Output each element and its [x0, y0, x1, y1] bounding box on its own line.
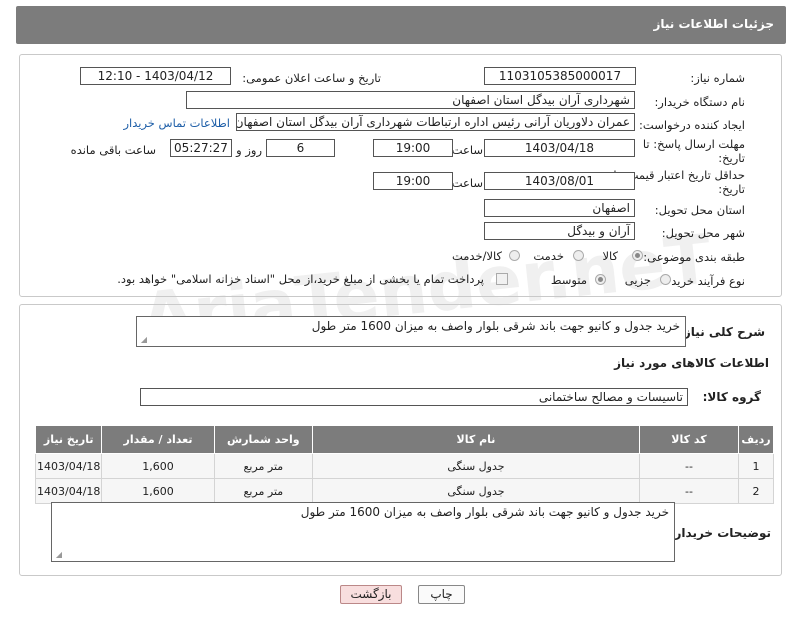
table-header-row: ردیف کد کالا نام کالا واحد شمارش تعداد /…	[34, 425, 774, 454]
cell-unit: متر مربع	[213, 453, 314, 479]
cell-row: 1	[738, 453, 774, 479]
process-medium-radio[interactable]	[595, 274, 606, 285]
reply-deadline-label: مهلت ارسال پاسخ: تا	[642, 137, 745, 151]
col-qty-header: تعداد / مقدار	[101, 425, 215, 454]
print-button[interactable]: چاپ	[418, 585, 465, 604]
general-description-label: شرح کلی نیاز:	[679, 325, 765, 339]
general-description-field[interactable]: خرید جدول و کانیو جهت باند شرقی بلوار وا…	[136, 316, 686, 347]
treasury-payment-checkbox[interactable]	[496, 273, 508, 285]
category-both-radio[interactable]	[509, 250, 520, 261]
resize-grip-icon[interactable]: ◢	[54, 551, 62, 559]
price-validity-time: 19:00	[373, 172, 453, 190]
category-both-label: کالا/خدمت	[451, 249, 502, 263]
price-time-label: ساعت	[451, 176, 483, 190]
cell-unit: متر مربع	[213, 478, 314, 504]
province-field: اصفهان	[484, 199, 635, 217]
province-label: استان محل تحویل:	[654, 203, 745, 217]
goods-group-field: تاسیسات و مصالح ساختمانی	[140, 388, 688, 406]
reply-deadline-label-2: تاریخ:	[718, 151, 745, 165]
cell-qty: 1,600	[101, 478, 215, 504]
category-label: طبقه بندی موضوعی:	[643, 250, 745, 264]
col-date-header: تاریخ نیاز	[34, 425, 103, 454]
col-unit-header: واحد شمارش	[213, 425, 314, 454]
cell-code: --	[638, 453, 740, 479]
process-small-label: جزیی	[624, 273, 651, 287]
buyer-org-field: شهرداری آران بیدگل استان اصفهان	[186, 91, 635, 109]
cell-name: جدول سنگی	[312, 478, 640, 504]
goods-table: ردیف کد کالا نام کالا واحد شمارش تعداد /…	[34, 425, 774, 504]
back-button[interactable]: بازگشت	[340, 585, 402, 604]
remaining-label: ساعت باقی مانده	[70, 143, 156, 157]
process-medium-label: متوسط	[550, 273, 587, 287]
need-number-label: شماره نیاز:	[690, 71, 745, 85]
resize-grip-icon[interactable]: ◢	[139, 336, 147, 344]
city-label: شهر محل تحویل:	[661, 226, 745, 240]
reply-deadline-date: 1403/04/18	[484, 139, 635, 157]
page-header: جزئیات اطلاعات نیاز	[16, 6, 786, 44]
price-validity-date: 1403/08/01	[484, 172, 635, 190]
city-field: آران و بیدگل	[484, 222, 635, 240]
cell-row: 2	[738, 478, 774, 504]
cell-date: 1403/04/18	[34, 453, 103, 479]
page-title: جزئیات اطلاعات نیاز	[653, 17, 774, 31]
reply-days-field: 6	[266, 139, 335, 157]
cell-date: 1403/04/18	[34, 478, 103, 504]
announce-datetime-field: 1403/04/12 - 12:10	[80, 67, 231, 85]
category-goods-radio[interactable]	[632, 250, 643, 261]
remaining-time-field: 05:27:27	[170, 139, 232, 157]
requester-label: ایجاد کننده درخواست:	[639, 118, 745, 132]
table-row: 2 -- جدول سنگی متر مربع 1,600 1403/04/18	[34, 478, 774, 504]
table-row: 1 -- جدول سنگی متر مربع 1,600 1403/04/18	[34, 453, 774, 479]
goods-section-title: اطلاعات کالاهای مورد نیاز	[614, 356, 769, 370]
category-goods-label: کالا	[602, 249, 618, 263]
announce-datetime-label: تاریخ و ساعت اعلان عمومی:	[242, 71, 381, 85]
buyer-notes-text: خرید جدول و کانیو جهت باند شرقی بلوار وا…	[300, 505, 669, 519]
purchase-process-label: نوع فرآیند خرید :	[663, 274, 745, 288]
reply-deadline-time: 19:00	[373, 139, 453, 157]
col-name-header: نام کالا	[312, 425, 640, 454]
price-validity-label-2: تاریخ:	[718, 182, 745, 196]
process-small-radio[interactable]	[660, 274, 671, 285]
cell-qty: 1,600	[101, 453, 215, 479]
goods-group-label: گروه کالا:	[702, 390, 761, 404]
category-service-radio[interactable]	[573, 250, 584, 261]
days-label: روز و	[236, 143, 262, 157]
requester-field: عمران دلاوریان آرانی رئیس اداره ارتباطات…	[236, 113, 635, 131]
buyer-notes-field[interactable]: خرید جدول و کانیو جهت باند شرقی بلوار وا…	[51, 502, 675, 562]
need-number-field: 1103105385000017	[484, 67, 636, 85]
col-row-header: ردیف	[738, 425, 774, 454]
col-code-header: کد کالا	[638, 425, 740, 454]
general-description-text: خرید جدول و کانیو جهت باند شرقی بلوار وا…	[311, 319, 680, 333]
treasury-payment-note: پرداخت تمام یا بخشی از مبلغ خرید،از محل …	[117, 272, 484, 286]
category-service-label: خدمت	[533, 249, 564, 263]
cell-name: جدول سنگی	[312, 453, 640, 479]
buyer-org-label: نام دستگاه خریدار:	[654, 95, 745, 109]
buyer-notes-label: توضیحات خریدار:	[669, 526, 771, 540]
reply-time-label: ساعت	[451, 143, 483, 157]
buyer-contact-link[interactable]: اطلاعات تماس خریدار	[123, 116, 230, 130]
cell-code: --	[638, 478, 740, 504]
